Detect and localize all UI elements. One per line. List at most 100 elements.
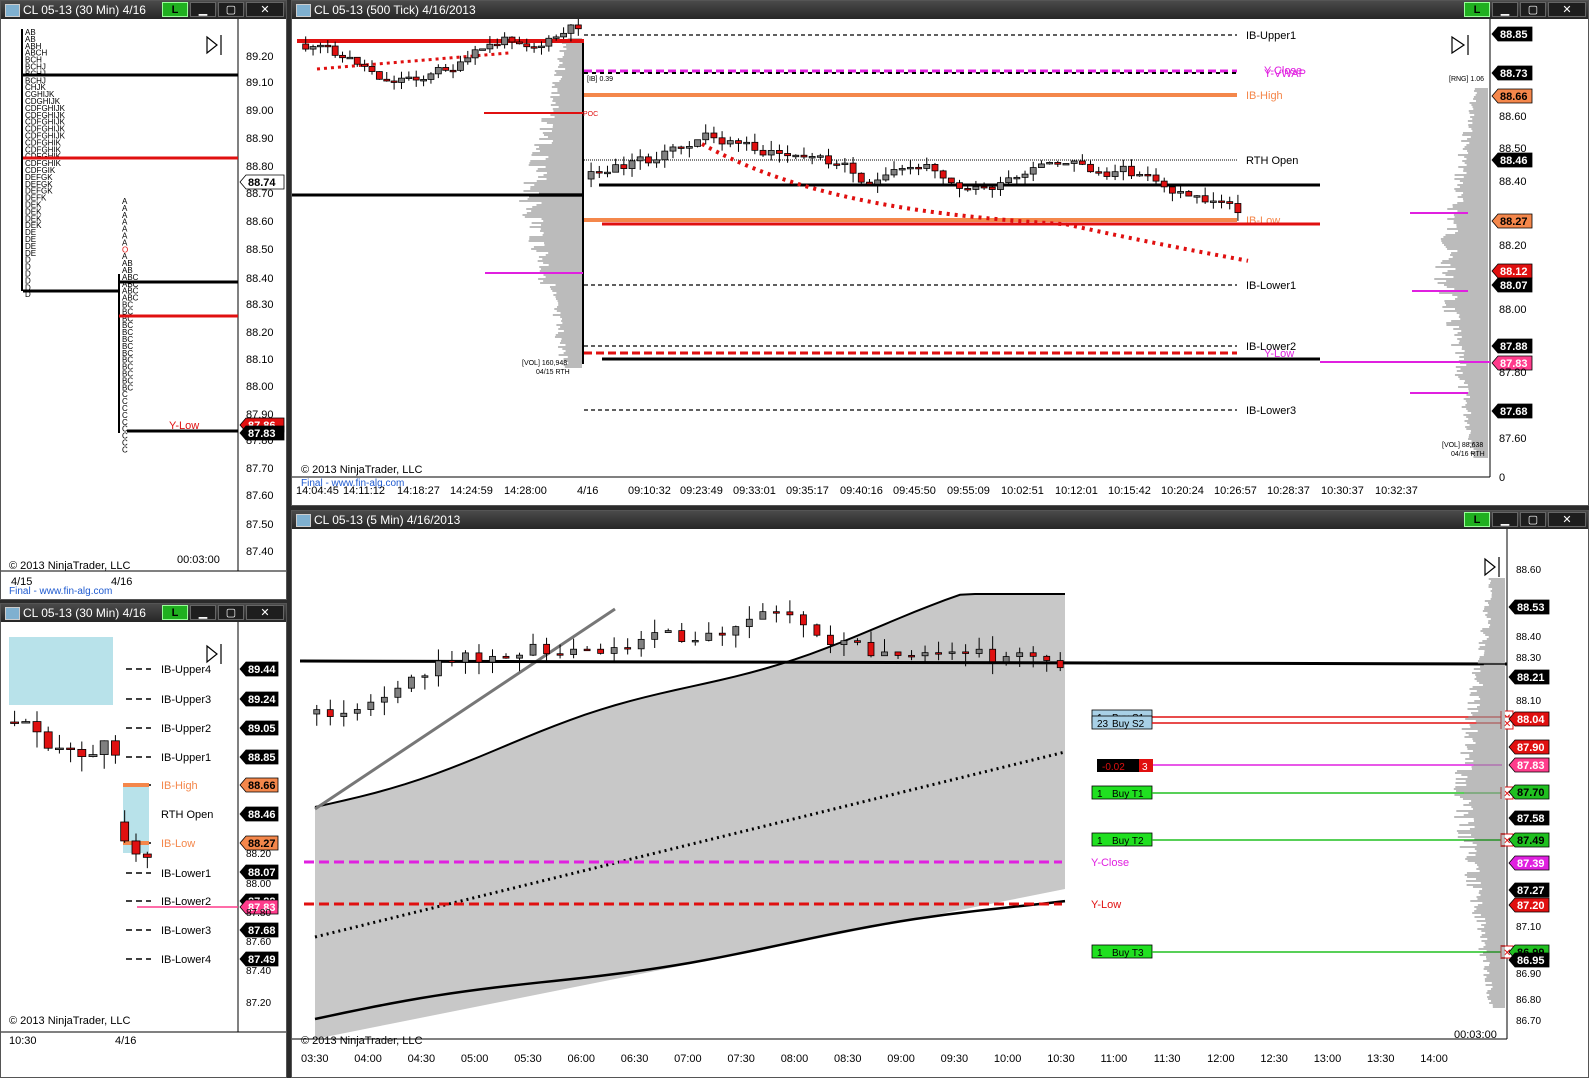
link-button[interactable]: L [1464, 512, 1490, 527]
candle-body [881, 651, 888, 657]
poc-label: POC [583, 111, 598, 118]
candle-body [313, 709, 321, 715]
candle-body [800, 154, 808, 158]
level-label: IB-Lower3 [161, 925, 211, 937]
close-button[interactable]: ✕ [246, 605, 284, 620]
maximize-button[interactable]: ▢ [1520, 2, 1546, 17]
scroll-end-icon [1484, 557, 1500, 577]
tick-chart[interactable]: 88.8588.7388.6688.6088.5088.4688.4088.27… [292, 19, 1588, 505]
price-tag-text: 88.73 [1500, 68, 1528, 80]
candle-body [962, 651, 970, 654]
candle-body [620, 164, 628, 169]
candle-body [935, 652, 942, 655]
candle-body [772, 611, 780, 614]
candle-body [947, 177, 955, 184]
candle-body [988, 186, 996, 190]
minimize-button[interactable]: ▁ [1492, 2, 1518, 17]
level-label: Y-Close [1091, 857, 1129, 869]
tpo-chart[interactable]: 89.2089.1089.0088.9088.8088.7488.7088.60… [1, 19, 286, 599]
price-tag-text: 87.49 [1517, 835, 1545, 847]
level-label: IB-Low [161, 838, 195, 850]
candle-body [77, 748, 87, 757]
x-axis-label: 08:00 [781, 1053, 809, 1065]
x-axis-label: 14:24:59 [450, 485, 493, 497]
link-button[interactable]: L [1464, 2, 1490, 17]
x-axis-label: 4/16 [577, 485, 598, 497]
level-label: IB-Upper2 [161, 723, 211, 735]
candle-body [448, 660, 456, 663]
window-title-bar[interactable]: CL 05-13 (500 Tick) 4/16/2013 L ▁ ▢ ✕ [292, 1, 1588, 19]
minimize-button[interactable]: ▁ [190, 2, 216, 17]
candle-body [317, 44, 324, 48]
candle-body [732, 626, 740, 636]
window-title-bar[interactable]: CL 05-13 (5 Min) 4/16/2013 L ▁ ▢ ✕ [292, 511, 1588, 529]
maximize-button[interactable]: ▢ [1520, 512, 1546, 527]
link-button[interactable]: L [162, 2, 188, 17]
candle-body [691, 640, 699, 643]
candle-body [1087, 163, 1094, 173]
x-axis-label: 09:23:49 [680, 485, 723, 497]
order-label: Buy T3 [1112, 948, 1144, 959]
x-axis-label: 05:00 [461, 1053, 489, 1065]
price-tag-text: 87.68 [1500, 406, 1528, 418]
candle-body [420, 79, 427, 82]
x-axis-label: 10:30:37 [1321, 485, 1364, 497]
x-axis-label: 4/16 [111, 576, 132, 588]
candle-body [475, 652, 483, 663]
price-label: 88.60 [1516, 565, 1541, 576]
price-label: 86.80 [1516, 995, 1541, 1006]
price-tag-text: 88.27 [1500, 216, 1528, 228]
candle-body [915, 166, 922, 170]
price-label: 89.00 [246, 105, 274, 117]
x-axis-label: 07:30 [727, 1053, 755, 1065]
price-tag-text: 88.21 [1517, 672, 1545, 684]
candle-body [383, 78, 391, 82]
candle-body [21, 721, 31, 724]
minimize-button[interactable]: ▁ [1492, 512, 1518, 527]
candle-body [1169, 186, 1176, 194]
price-tag-text: 88.12 [1500, 266, 1528, 278]
maximize-button[interactable]: ▢ [218, 2, 244, 17]
close-button[interactable]: ✕ [1548, 2, 1586, 17]
candle-body [380, 696, 388, 703]
five-min-chart[interactable]: Y-CloseY-Low1Buy S1✕23Buy S2✕1Buy T1✕1Bu… [292, 529, 1588, 1077]
candle-body [827, 634, 834, 646]
candle-body [111, 740, 120, 756]
price-label: 87.80 [1499, 367, 1527, 379]
close-button[interactable]: ✕ [1548, 512, 1586, 527]
window-title-bar[interactable]: CL 05-13 (30 Min) 4/16 L ▁ ▢ ✕ [1, 1, 286, 19]
candle-body [464, 57, 472, 63]
candle-body [867, 641, 875, 657]
candle-body [956, 182, 963, 189]
candle-body [353, 56, 361, 65]
x-axis-label: 09:55:09 [947, 485, 990, 497]
link-button[interactable]: L [162, 605, 188, 620]
clock-label: 00:03:00 [1454, 1029, 1497, 1041]
maximize-button[interactable]: ▢ [218, 605, 244, 620]
app-icon [296, 514, 311, 527]
minimize-button[interactable]: ▁ [190, 605, 216, 620]
candle-body [412, 76, 420, 81]
price-tag-text: 88.46 [248, 809, 276, 821]
candle-body [1062, 163, 1070, 166]
candle-body [840, 640, 848, 646]
candle-body [10, 721, 20, 724]
price-label: 88.60 [246, 216, 274, 228]
pnl-value: -0.02 [1102, 762, 1125, 773]
candle-body [486, 43, 494, 50]
candle-body [529, 643, 537, 656]
levels-chart[interactable]: IB-Upper4 IB-Upper3 IB-Upper2 IB-Upper1 IB-H… [1, 622, 286, 1077]
candle-body [921, 652, 929, 657]
x-axis-label: 10:30 [1047, 1053, 1075, 1065]
price-label: 88.70 [246, 188, 274, 200]
candle-body [324, 44, 332, 48]
x-axis-label: 09:35:17 [786, 485, 829, 497]
candle-body [678, 630, 686, 642]
x-axis-label: 09:45:50 [893, 485, 936, 497]
candle-body [1119, 165, 1127, 173]
price-tag-text: 87.49 [248, 954, 276, 966]
candle-body [939, 170, 947, 179]
close-button[interactable]: ✕ [246, 2, 284, 17]
price-tag-text: 88.85 [248, 752, 276, 764]
window-title-bar[interactable]: CL 05-13 (30 Min) 4/16 L ▁ ▢ ✕ [1, 604, 286, 622]
